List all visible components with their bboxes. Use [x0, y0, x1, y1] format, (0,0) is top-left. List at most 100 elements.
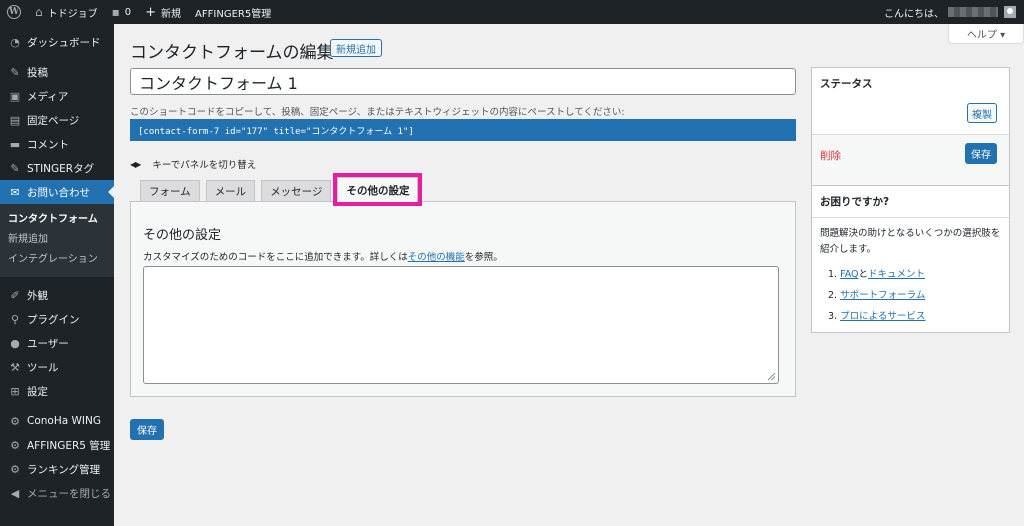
sidebar-item-items_mid-2[interactable]: ▤ 固定ページ — [0, 108, 114, 132]
settings-icon: ⊞ — [10, 384, 20, 398]
user-icon: ● — [10, 336, 20, 350]
sidebar-item-items_mid-3[interactable]: ▬ コメント — [0, 132, 114, 156]
tab-form[interactable]: フォーム — [140, 180, 200, 202]
submenu-integration[interactable]: インテグレーション — [0, 250, 114, 270]
affinger-admin-link[interactable]: AFFINGER5管理 — [188, 0, 278, 24]
contact-submenu: コンタクトフォーム 新規追加 インテグレーション — [0, 204, 114, 277]
tab-mail[interactable]: メール — [205, 180, 256, 202]
sidebar-item-label: お問い合わせ — [27, 186, 90, 199]
affinger-label: AFFINGER5管理 — [195, 8, 272, 20]
panel-description: カスタマイズのためのコードをここに追加できます。詳しくはその他の機能を参照。 — [143, 249, 503, 263]
sidebar-item-label: ConoHa WING — [27, 415, 101, 427]
comment-icon: ▪ — [111, 5, 120, 19]
sidebar-item-contact[interactable]: ✉ お問い合わせ — [0, 180, 114, 204]
sidebar-item-items_bottom-3[interactable]: ⚒ ツール — [0, 355, 114, 379]
help-link-item: 2. サポートフォーラム — [828, 285, 1009, 306]
support-forum-link[interactable]: サポートフォーラム — [840, 290, 925, 301]
comments-link[interactable]: ▪ 0 — [105, 0, 139, 24]
pin-icon: ✎ — [10, 65, 20, 79]
sidebar-item-items_bottom-1[interactable]: ⚲ プラグイン — [0, 307, 114, 331]
sidebar-item-label: ダッシュボード — [27, 36, 101, 49]
pro-services-link[interactable]: プロによるサービス — [840, 311, 925, 322]
sidebar-item-items_extra-0[interactable]: ⚙ ConoHa WING — [0, 409, 114, 433]
panel-desc-text: カスタマイズのためのコードをここに追加できます。詳しくは — [143, 252, 408, 263]
status-save-button[interactable]: 保存 — [965, 143, 997, 164]
keys-hint: ◀▶ キーでパネルを切り替え — [130, 157, 256, 172]
pin-icon: ✎ — [10, 161, 20, 175]
avatar — [1004, 6, 1016, 18]
sidebar-item-label: ツール — [27, 361, 59, 374]
help-box: お困りですか? 問題解決の助けとなるいくつかの選択肢を紹介します。 1. FAQ… — [811, 185, 1010, 333]
collapse-icon: ◀ — [10, 486, 20, 500]
help-title: お困りですか? — [812, 186, 1009, 218]
list-num: 2. — [828, 290, 838, 301]
collapse-label: メニューを閉じる — [27, 487, 111, 500]
home-icon: ⌂ — [35, 5, 43, 19]
sidebar-item-label: 設定 — [27, 385, 48, 398]
wp-logo-menu[interactable]: W — [0, 0, 28, 24]
additional-features-link[interactable]: その他の機能 — [408, 252, 465, 263]
additional-settings-panel: その他の設定 カスタマイズのためのコードをここに追加できます。詳しくはその他の機… — [130, 201, 796, 397]
gear-icon: ⚙ — [10, 462, 20, 476]
sidebar-item-label: メディア — [27, 90, 69, 103]
delete-link[interactable]: 削除 — [820, 148, 841, 163]
docs-link[interactable]: ドキュメント — [868, 269, 925, 280]
site-name-link[interactable]: ⌂ トドジョブ — [28, 0, 105, 24]
status-title: ステータス — [820, 78, 873, 90]
sidebar-item-items_mid-1[interactable]: ▣ メディア — [0, 84, 114, 108]
sidebar-item-label: 投稿 — [27, 66, 48, 79]
form-title-input[interactable] — [130, 68, 796, 95]
list-num: 1. — [828, 269, 838, 280]
additional-settings-textarea[interactable] — [143, 266, 779, 384]
status-box: ステータス 複製 削除 保存 — [811, 67, 1010, 195]
blurred-username — [948, 7, 998, 17]
wrench-icon: ⚒ — [10, 360, 20, 374]
help-link-item: 3. プロによるサービス — [828, 306, 1009, 327]
sidebar-item-label: コメント — [27, 138, 69, 151]
wordpress-icon: W — [7, 5, 21, 19]
list-num: 3. — [828, 311, 838, 322]
comment-icon: ▬ — [9, 137, 21, 151]
sidebar-item-items_bottom-2[interactable]: ● ユーザー — [0, 331, 114, 355]
gear-icon: ⚙ — [10, 438, 20, 452]
faq-link[interactable]: FAQ — [840, 269, 858, 280]
help-links: 1. FAQとドキュメント 2. サポートフォーラム 3. プロによるサービス — [812, 262, 1009, 327]
sidebar-item-label: 固定ページ — [27, 114, 80, 127]
page-icon: ▤ — [9, 113, 21, 127]
sidebar-item-label: 外観 — [27, 289, 48, 302]
panel-tabs: フォーム メール メッセージ その他の設定 — [140, 173, 424, 206]
panel-desc-suffix: を参照。 — [464, 252, 503, 263]
help-description: 問題解決の助けとなるいくつかの選択肢を紹介します。 — [820, 228, 1001, 255]
admin-sidebar: ◔ ダッシュボード ✎ 投稿 ▣ メディア ▤ 固定ページ ▬ コメント ✎ STINGERタグ ✉… — [0, 24, 114, 526]
sidebar-item-label: ランキング管理 — [27, 463, 101, 476]
sidebar-item-items_bottom-4[interactable]: ⊞ 設定 — [0, 379, 114, 403]
collapse-menu-button[interactable]: ◀ メニューを閉じる — [0, 481, 114, 505]
sidebar-item-items_mid-0[interactable]: ✎ 投稿 — [0, 60, 114, 84]
sidebar-item-label: AFFINGER5 管理 — [27, 439, 111, 452]
submenu-add-new[interactable]: 新規追加 — [0, 230, 114, 250]
new-content-link[interactable]: + 新規 — [138, 0, 188, 24]
sidebar-item-items_bottom-0[interactable]: ✐ 外観 — [0, 283, 114, 307]
resize-handle[interactable] — [768, 373, 775, 380]
greeting: こんにちは、 — [884, 8, 944, 20]
sidebar-item-label: ユーザー — [27, 337, 69, 350]
shortcode-hint: このショートコードをコピーして、投稿、固定ページ、またはテキストウィジェットの内… — [130, 107, 625, 118]
duplicate-button[interactable]: 複製 — [967, 103, 997, 123]
comments-count: 0 — [124, 6, 132, 18]
submenu-contact-forms[interactable]: コンタクトフォーム — [0, 210, 114, 230]
help-tab-button[interactable]: ヘルプ ▾ — [948, 24, 1024, 44]
sidebar-item-items_mid-4[interactable]: ✎ STINGERタグ — [0, 156, 114, 180]
add-new-button[interactable]: 新規追加 — [330, 39, 382, 57]
sidebar-item-items_top-0[interactable]: ◔ ダッシュボード — [0, 30, 114, 54]
my-account[interactable]: こんにちは、 — [884, 5, 1024, 20]
sidebar-item-items_extra-1[interactable]: ⚙ AFFINGER5 管理 — [0, 433, 114, 457]
gear-icon: ⚙ — [10, 414, 20, 428]
brush-icon: ✐ — [10, 288, 20, 302]
new-label: 新規 — [161, 8, 182, 20]
tab-messages[interactable]: メッセージ — [261, 180, 332, 202]
tab-additional-settings[interactable]: その他の設定 — [333, 173, 423, 206]
save-button[interactable]: 保存 — [130, 419, 164, 440]
shortcode-field[interactable]: [contact-form-7 id="177" title="コンタクトフォー… — [130, 119, 796, 141]
sidebar-item-label: STINGERタグ — [27, 162, 95, 175]
sidebar-item-items_extra-2[interactable]: ⚙ ランキング管理 — [0, 457, 114, 481]
